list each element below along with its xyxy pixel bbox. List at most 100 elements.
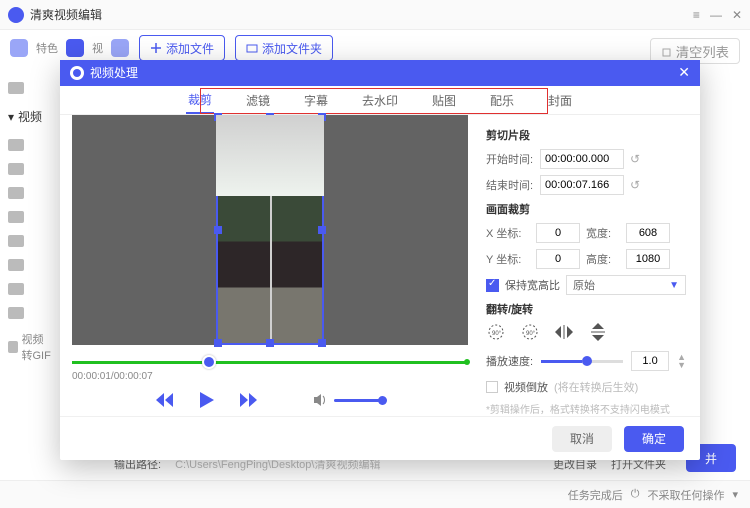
speed-input[interactable] [631,351,669,371]
flip-horizontal-icon[interactable] [554,323,574,341]
modal-logo-icon [70,66,84,80]
format-hint: *剪辑操作后，格式转换将不支持闪电模式 [486,401,686,416]
rotate-left-icon[interactable]: 90° [486,323,506,341]
forward-button[interactable] [240,393,258,407]
sidebar-item[interactable] [0,229,60,253]
window-title: 清爽视频编辑 [30,6,693,23]
ratio-select[interactable]: 原始 ▼ [566,275,686,295]
modal-close-icon[interactable]: ✕ [678,64,690,81]
sidebar-item[interactable] [0,76,60,100]
sidebar-item[interactable] [0,157,60,181]
start-time-input[interactable] [540,149,624,169]
height-label: 高度: [586,251,620,267]
y-input[interactable] [536,249,580,269]
ratio-value: 原始 [573,277,595,293]
reverse-label: 视频倒放 [504,379,548,395]
add-folder-button[interactable]: 添加文件夹 [235,35,333,61]
rotate-right-icon[interactable]: 90° [520,323,540,341]
cancel-button[interactable]: 取消 [552,426,612,452]
tab-filter[interactable]: 滤镜 [244,88,272,113]
video-frame [216,115,324,345]
sidebar: ▾ 视频 视频转GIF [0,66,60,369]
statusbar: 任务完成后 ⏻ 不采取任何操作 ▾ [0,480,750,508]
start-time-label: 开始时间: [486,151,534,167]
timeline-slider[interactable] [72,357,468,367]
crop-handle[interactable] [266,113,274,121]
end-time-label: 结束时间: [486,177,534,193]
after-task-value[interactable]: 不采取任何操作 [647,487,724,503]
plus-icon [150,42,162,54]
playhead-thumb[interactable] [202,355,216,369]
video-process-modal: 视频处理 ✕ 裁剪 滤镜 字幕 去水印 贴图 配乐 封面 [60,60,700,460]
video-label: 视 [92,40,103,56]
crop-handle[interactable] [266,339,274,347]
sidebar-header: ▾ 视频 [0,100,60,133]
menu-icon[interactable]: ≡ [693,8,700,22]
clear-list-label: 清空列表 [676,42,729,61]
keep-ratio-checkbox[interactable] [486,279,499,292]
folder-plus-icon [246,42,258,54]
ok-button[interactable]: 确定 [624,426,684,452]
crop-section-title: 画面裁剪 [486,201,686,217]
feature-label: 特色 [36,40,58,56]
add-file-label: 添加文件 [166,40,214,57]
power-icon: ⏻ [631,488,640,501]
trash-icon [661,46,672,57]
after-task-label: 任务完成后 [568,487,623,503]
add-file-button[interactable]: 添加文件 [139,35,225,61]
time-display: 00:00:01/00:00:07 [72,371,468,382]
sidebar-item-gif[interactable]: 视频转GIF [0,325,60,369]
crop-selection[interactable] [216,115,324,345]
volume-slider[interactable] [334,399,384,402]
y-label: Y 坐标: [486,251,530,267]
play-button[interactable] [200,392,214,408]
sidebar-item[interactable] [0,301,60,325]
tab-crop[interactable]: 裁剪 [186,87,214,114]
end-time-input[interactable] [540,175,624,195]
crop-handle[interactable] [318,226,326,234]
crop-handle[interactable] [318,113,326,121]
crop-handle[interactable] [214,339,222,347]
feature-icon[interactable] [10,39,28,57]
tab-subtitle[interactable]: 字幕 [302,88,330,113]
crop-handle[interactable] [214,226,222,234]
crop-handle[interactable] [214,113,222,121]
reverse-checkbox[interactable] [486,381,498,393]
sidebar-item[interactable] [0,181,60,205]
tab-cover[interactable]: 封面 [546,88,574,113]
crop-handle[interactable] [318,339,326,347]
audio-icon[interactable] [111,39,129,57]
modal-title: 视频处理 [90,64,138,81]
flip-vertical-icon[interactable] [588,323,608,341]
modal-tabs: 裁剪 滤镜 字幕 去水印 贴图 配乐 封面 [60,86,700,116]
add-folder-label: 添加文件夹 [262,40,322,57]
width-label: 宽度: [586,225,620,241]
tab-music[interactable]: 配乐 [488,88,516,113]
tab-watermark[interactable]: 去水印 [360,88,400,113]
tab-sticker[interactable]: 贴图 [430,88,458,113]
close-icon[interactable]: ✕ [732,8,742,22]
volume-icon[interactable] [314,394,328,406]
video-icon[interactable] [66,39,84,57]
sidebar-item[interactable] [0,277,60,301]
chevron-down-icon: ▼ [669,280,679,291]
video-preview[interactable] [72,115,468,345]
reset-end-icon[interactable]: ↺ [630,178,640,192]
width-input[interactable] [626,223,670,243]
rewind-button[interactable] [156,393,174,407]
speed-stepper[interactable]: ▲▼ [677,353,686,369]
x-label: X 坐标: [486,225,530,241]
window-titlebar: 清爽视频编辑 ≡ — ✕ [0,0,750,30]
speed-slider[interactable] [541,360,623,363]
sidebar-item[interactable] [0,205,60,229]
sidebar-item[interactable] [0,133,60,157]
minimize-icon[interactable]: — [710,8,722,22]
x-input[interactable] [536,223,580,243]
reset-start-icon[interactable]: ↺ [630,152,640,166]
speed-label: 播放速度: [486,353,533,369]
height-input[interactable] [626,249,670,269]
svg-text:90°: 90° [492,331,502,337]
sidebar-item[interactable] [0,253,60,277]
keep-ratio-label: 保持宽高比 [505,277,560,293]
modal-header: 视频处理 ✕ [60,60,700,86]
